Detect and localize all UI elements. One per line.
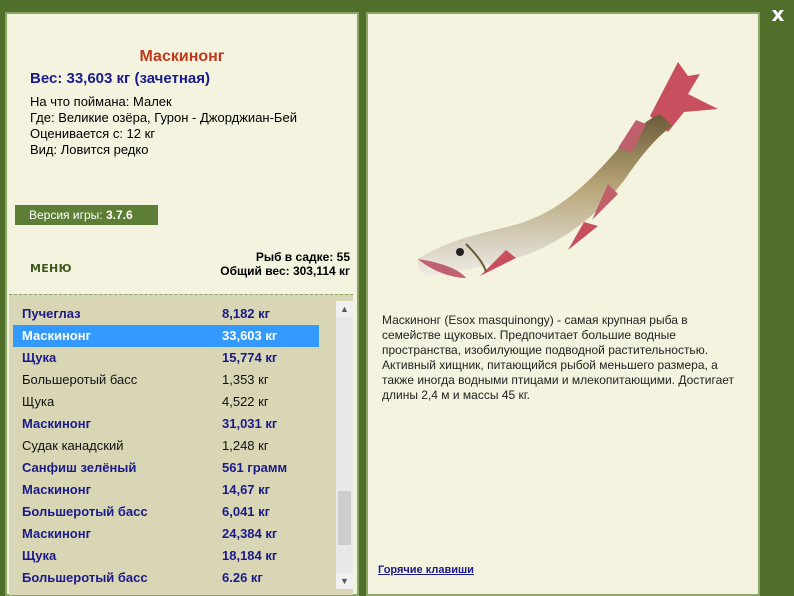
catch-fish-weight: 24,384 кг [222, 526, 278, 541]
catch-row[interactable]: Пучеглаз 8,182 кг [13, 303, 319, 325]
fish-weight: Вес: 33,603 кг (зачетная) [30, 70, 211, 87]
fish-detail-panel: Маскинонг (Esox masquinongy) - самая кру… [366, 12, 760, 596]
catch-fish-weight: 561 грамм [222, 460, 288, 475]
hotkeys-link[interactable]: Горячие клавиши [378, 564, 474, 576]
catch-row[interactable]: Щука 15,774 кг [13, 347, 319, 369]
fish-title: Маскинонг [139, 48, 225, 65]
catch-fish-name: Маскинонг [22, 328, 92, 343]
catch-row[interactable]: Большеротый басс 1,353 кг [13, 369, 319, 391]
catch-fish-name: Судак канадский [22, 438, 124, 453]
catch-row[interactable]: Щука 4,522 кг [13, 391, 319, 413]
catch-row[interactable]: Большеротый басс 6.26 кг [13, 567, 319, 589]
tank-stats: Рыб в садке: 55 Общий вес: 303,114 кг [220, 250, 350, 278]
catch-fish-weight: 6.26 кг [222, 570, 263, 585]
catch-fish-name: Большеротый басс [22, 372, 138, 387]
fish-bait: На что поймана: Малек [30, 94, 172, 109]
catch-fish-weight: 33,603 кг [222, 328, 278, 343]
catch-panel: Маскинонг Вес: 33,603 кг (зачетная) На ч… [5, 12, 359, 596]
catch-fish-name: Пучеглаз [22, 306, 81, 321]
fish-rarity: Вид: Ловится редко [30, 142, 149, 157]
scroll-thumb[interactable] [338, 491, 351, 545]
catch-row[interactable]: Маскинонг 31,031 кг [13, 413, 319, 435]
catch-row[interactable]: Санфиш зелёный 561 грамм [13, 457, 319, 479]
version-bar: Версия игры: 3.7.6 [15, 205, 158, 225]
catch-fish-name: Щука [22, 394, 55, 409]
fish-location: Где: Великие озёра, Гурон - Джорджиан-Бе… [30, 110, 297, 125]
catch-fish-weight: 8,182 кг [222, 306, 271, 321]
list-scrollbar[interactable]: ▲ ▼ [336, 301, 353, 589]
catch-row[interactable]: Маскинонг 33,603 кг [13, 325, 319, 347]
version-label: Версия игры: [29, 208, 103, 222]
close-button[interactable]: x [766, 3, 790, 25]
catch-fish-weight: 4,522 кг [222, 394, 269, 409]
catch-fish-name: Щука [22, 350, 57, 365]
tank-total-weight: Общий вес: 303,114 кг [220, 264, 350, 278]
scroll-down-arrow-icon[interactable]: ▼ [336, 573, 353, 589]
catch-fish-name: Маскинонг [22, 416, 92, 431]
catch-row[interactable]: Маскинонг 24,384 кг [13, 523, 319, 545]
catch-fish-name: Санфиш зелёный [22, 460, 137, 475]
tank-count: Рыб в садке: 55 [255, 250, 350, 264]
menu-button[interactable]: МЕНЮ [30, 262, 72, 275]
catch-fish-weight: 15,774 кг [222, 350, 278, 365]
catch-fish-name: Щука [22, 548, 57, 563]
catch-list[interactable]: Пучеглаз 8,182 кг Маскинонг 33,603 кг Щука 15… [9, 294, 353, 595]
catch-fish-name: Большеротый басс [22, 570, 148, 585]
fish-rated-from: Оценивается с: 12 кг [30, 126, 156, 141]
catch-fish-name: Маскинонг [22, 482, 92, 497]
catch-fish-name: Большеротый басс [22, 504, 148, 519]
fish-info-panel: Маскинонг Вес: 33,603 кг (зачетная) На ч… [7, 14, 357, 294]
catch-row[interactable]: Большеротый басс 6,041 кг [13, 501, 319, 523]
catch-fish-weight: 14,67 кг [222, 482, 271, 497]
catch-fish-name: Маскинонг [22, 526, 92, 541]
catch-row[interactable]: Судак канадский 1,248 кг [13, 435, 319, 457]
scroll-up-arrow-icon[interactable]: ▲ [336, 301, 353, 317]
catch-row[interactable]: Щука 18,184 кг [13, 545, 319, 567]
catch-fish-weight: 1,248 кг [222, 438, 269, 453]
catch-fish-weight: 18,184 кг [222, 548, 278, 563]
muskellunge-image [417, 62, 718, 278]
catch-row[interactable]: Маскинонг 14,67 кг [13, 479, 319, 501]
version-value: 3.7.6 [105, 208, 133, 222]
fish-description: Маскинонг (Esox masquinongy) - самая кру… [382, 313, 735, 402]
catch-fish-weight: 31,031 кг [222, 416, 278, 431]
catch-fish-weight: 6,041 кг [222, 504, 271, 519]
catch-fish-weight: 1,353 кг [222, 372, 269, 387]
